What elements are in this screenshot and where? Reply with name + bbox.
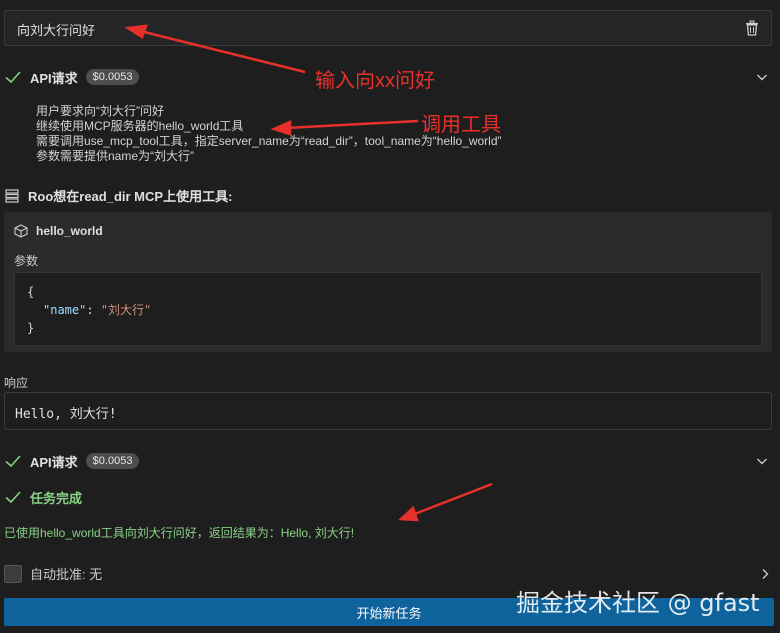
tool-box: hello_world 参数 { "name": "刘大行" } <box>4 212 772 352</box>
tool-name-row: hello_world <box>14 224 103 238</box>
trash-icon[interactable] <box>745 20 759 36</box>
chevron-down-icon[interactable] <box>756 71 768 83</box>
watermark: 掘金技术社区 @ gfast <box>516 589 760 617</box>
mcp-title-text: Roo想在read_dir MCP上使用工具: <box>28 189 233 204</box>
response-label: 响应 <box>4 376 29 390</box>
api-request-label: API请求 <box>30 70 78 86</box>
code-value: "刘大行" <box>100 303 152 317</box>
annotation-call-tool: 调用工具 <box>421 114 501 136</box>
auto-approve-label-text: 自动批准: <box>30 567 86 582</box>
reasoning-line: 参数需要提供name为“刘大行” <box>36 149 195 163</box>
auto-approve-label: 自动批准: 无 <box>30 564 102 583</box>
completion-row: 任务完成 <box>0 487 780 507</box>
cost-badge: $0.0053 <box>85 69 140 85</box>
server-icon <box>5 188 19 203</box>
api-request-label: API请求 <box>30 454 78 470</box>
task-header[interactable]: 向刘大行问好 <box>4 10 772 46</box>
check-icon <box>5 455 21 468</box>
cost-badge: $0.0053 <box>85 453 140 469</box>
api-request-row-2[interactable]: API请求 $0.0053 <box>0 451 780 471</box>
params-code: { "name": "刘大行" } <box>14 272 762 346</box>
params-label: 参数 <box>14 254 39 268</box>
start-new-task-label: 开始新任务 <box>356 605 422 621</box>
auto-approve-checkbox[interactable] <box>4 564 22 583</box>
code-key: "name" <box>43 303 87 317</box>
annotation-arrowhead <box>397 505 419 522</box>
auto-approve-value: 无 <box>89 567 103 582</box>
tool-name: hello_world <box>36 224 103 238</box>
task-text: 向刘大行问好 <box>17 23 96 38</box>
chevron-down-icon[interactable] <box>756 455 768 467</box>
code-colon: : <box>86 303 101 317</box>
mcp-title: Roo想在read_dir MCP上使用工具: <box>4 186 232 205</box>
check-icon <box>5 491 21 504</box>
check-icon <box>5 71 21 84</box>
auto-approve-row[interactable]: 自动批准: 无 <box>4 564 102 583</box>
chevron-right-icon[interactable] <box>760 568 770 580</box>
code-close-brace: } <box>27 321 35 335</box>
completion-title: 任务完成 <box>30 490 83 506</box>
annotation-input-hello: 输入向xx问好 <box>315 70 435 92</box>
response-box: Hello, 刘大行! <box>4 392 772 430</box>
cube-icon <box>14 224 28 238</box>
completion-text: 已使用hello_world工具向刘大行问好，返回结果为：Hello, 刘大行! <box>4 526 355 540</box>
code-line: "name": "刘大行" <box>27 301 749 319</box>
code-open-brace: { <box>27 285 35 299</box>
